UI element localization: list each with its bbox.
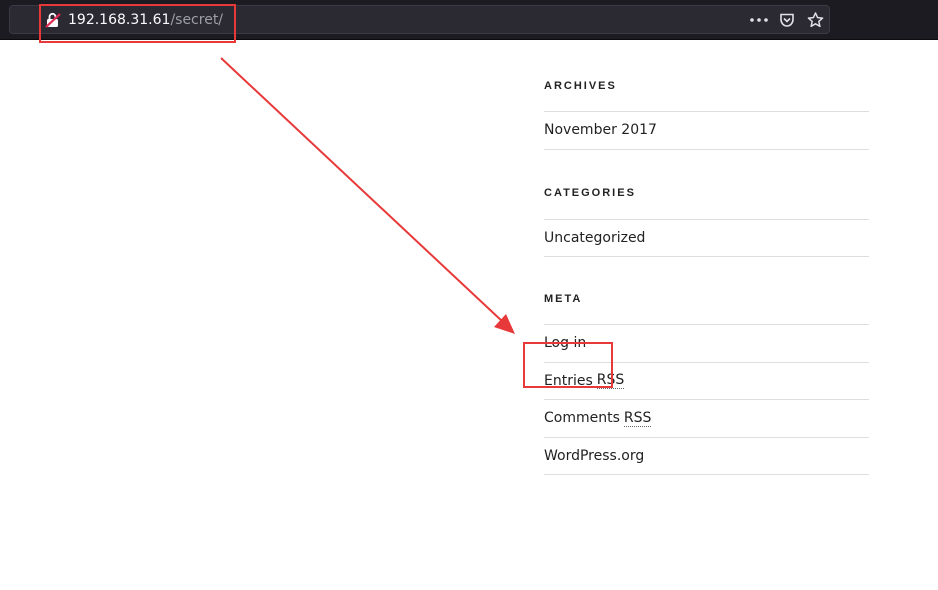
archives-title: ARCHIVES (544, 79, 617, 92)
log-in-label: Log in (544, 335, 587, 352)
sidebar: ARCHIVES November 2017 CATEGORIES Uncate… (544, 60, 869, 475)
archive-item-november-2017[interactable]: November 2017 (544, 112, 869, 150)
pocket-icon[interactable] (777, 10, 797, 30)
categories-title: CATEGORIES (544, 187, 636, 199)
categories-widget: CATEGORIES Uncategorized (544, 168, 869, 257)
archives-widget: ARCHIVES November 2017 (544, 60, 869, 150)
categories-list: Uncategorized (544, 218, 869, 257)
meta-title: META (544, 292, 583, 305)
category-item-uncategorized[interactable]: Uncategorized (544, 220, 869, 257)
wordpress-org-link[interactable]: WordPress.org (544, 438, 869, 475)
comments-label: Comments (544, 410, 620, 427)
bookmark-star-icon[interactable] (805, 10, 825, 30)
rss-abbr: RSS (623, 409, 652, 427)
entries-label: Entries (544, 372, 593, 389)
archives-list: November 2017 (544, 111, 869, 150)
insecure-lock-icon[interactable] (45, 12, 61, 28)
meta-list: Log in Entries RSS Comments RSS WordPress.… (544, 324, 869, 475)
comments-rss-link[interactable]: Comments RSS (544, 400, 869, 438)
more-actions-icon[interactable] (749, 10, 769, 30)
meta-widget: META Log in Entries RSS Comments RSS WordP… (544, 273, 869, 475)
archive-link-label: November 2017 (544, 122, 657, 139)
url-path: /secret/ (170, 12, 224, 28)
browser-toolbar: 192.168.31.61/secret/ (0, 0, 938, 40)
wordpress-org-label: WordPress.org (544, 447, 645, 464)
url-host: 192.168.31.61 (68, 12, 171, 28)
category-link-label: Uncategorized (544, 229, 646, 246)
log-in-link[interactable]: Log in (544, 325, 869, 363)
rss-abbr: RSS (596, 372, 625, 390)
url-text[interactable]: 192.168.31.61/secret/ (68, 11, 223, 29)
entries-rss-link[interactable]: Entries RSS (544, 363, 869, 400)
